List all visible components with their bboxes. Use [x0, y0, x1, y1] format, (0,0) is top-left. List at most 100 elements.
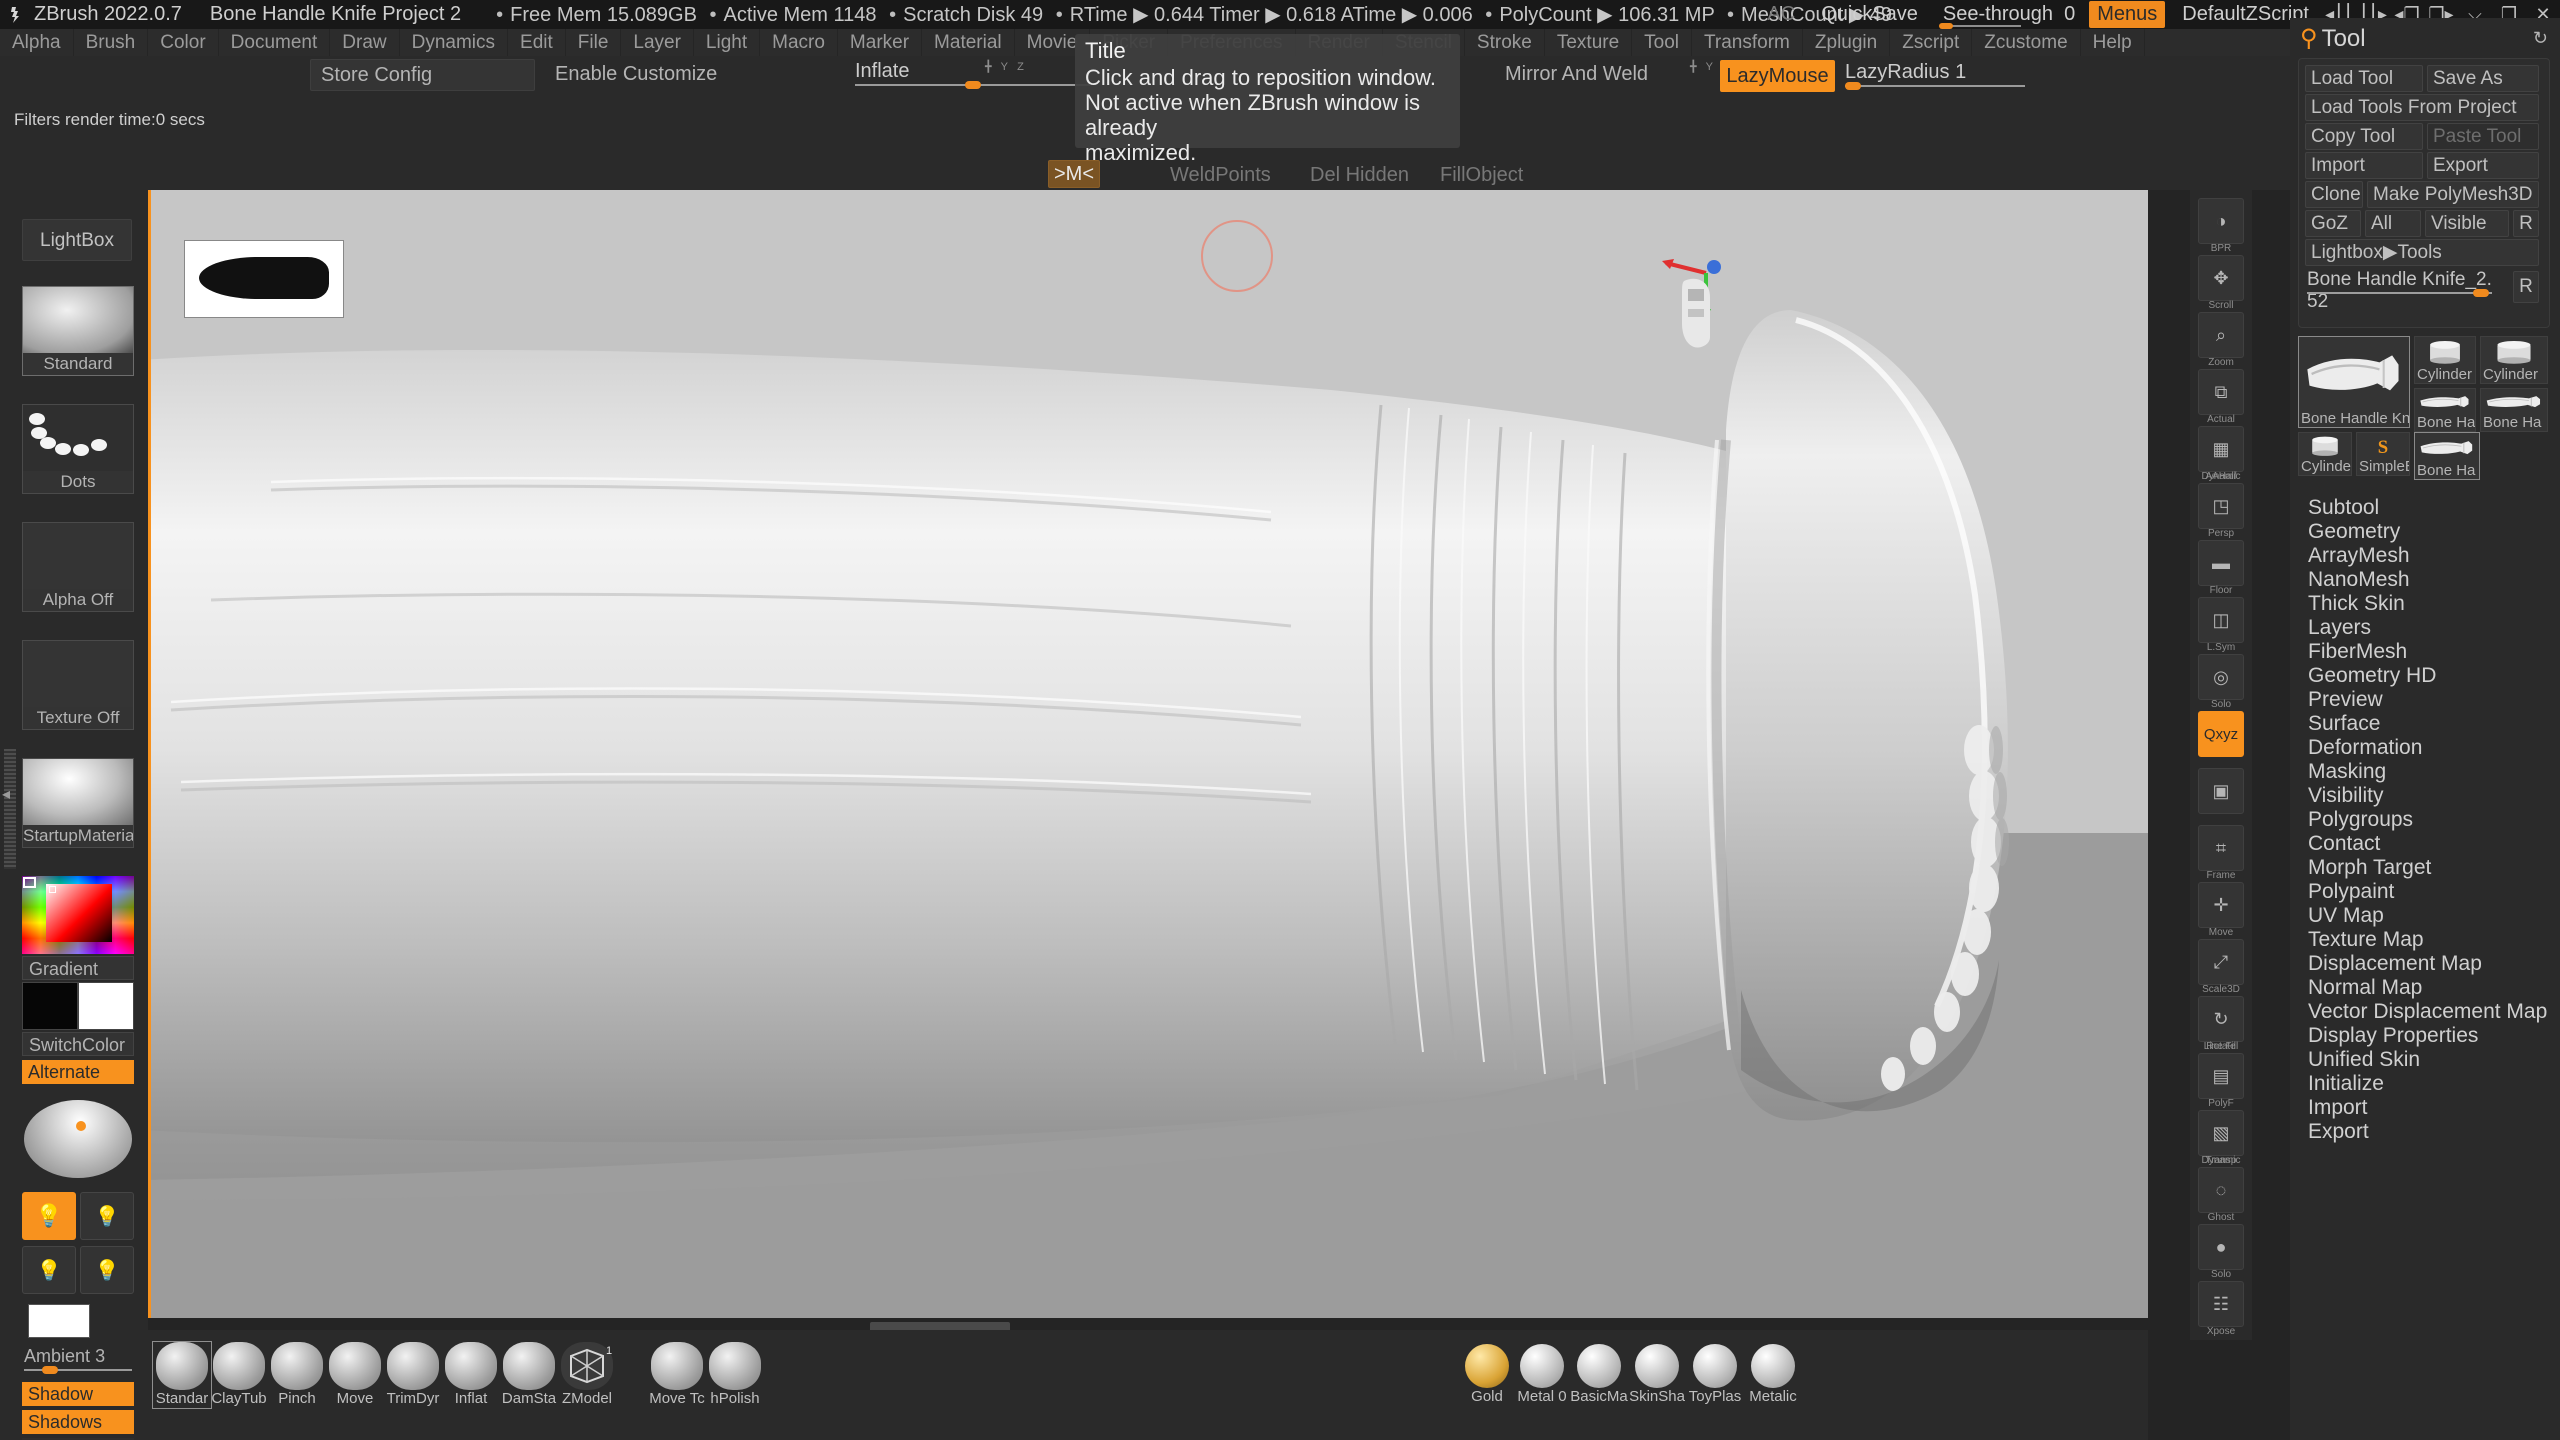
subpalette-surface[interactable]: Surface	[2298, 712, 2550, 736]
quick-material-item[interactable]: ToyPlas	[1686, 1344, 1744, 1406]
quick-brush-item[interactable]: TrimDyr	[384, 1342, 442, 1408]
clone-button[interactable]: Clone	[2305, 181, 2363, 208]
shadow-button[interactable]: Shadow	[22, 1382, 134, 1406]
tool-thumbnail[interactable]: Bone Ha	[2414, 432, 2480, 480]
load-tools-from-project-button[interactable]: Load Tools From Project	[2305, 94, 2539, 121]
tool-thumbnail[interactable]: Cylinder	[2414, 336, 2476, 384]
quick-material-item[interactable]: SkinSha	[1628, 1344, 1686, 1406]
lazyradius-knob[interactable]	[1845, 82, 1861, 90]
light-slot-2-button[interactable]: 💡	[80, 1192, 134, 1240]
tool-thumbnail[interactable]: Bone Ha	[2480, 388, 2548, 432]
quick-brush-item[interactable]: Inflat	[442, 1342, 500, 1408]
import-button[interactable]: Import	[2305, 152, 2423, 179]
rotate-icon[interactable]: ↻	[2198, 996, 2244, 1042]
current-texture-swatch[interactable]: Texture Off	[22, 640, 134, 730]
menu-item-draw[interactable]: Draw	[330, 29, 400, 56]
subpalette-geometry[interactable]: Geometry	[2298, 520, 2550, 544]
see-through-slider[interactable]: See-through 0	[1931, 0, 2085, 29]
polyf-icon[interactable]: ▤	[2198, 1053, 2244, 1099]
tool-thumbnail[interactable]: Bone Ha	[2414, 388, 2476, 432]
light-slot-4-button[interactable]: 💡	[80, 1246, 134, 1294]
subpalette-layers[interactable]: Layers	[2298, 616, 2550, 640]
ghost-icon[interactable]: ◌	[2198, 1167, 2244, 1213]
light-position-handle[interactable]	[76, 1121, 86, 1131]
solo-icon[interactable]: ◎	[2198, 654, 2244, 700]
menu-item-material[interactable]: Material	[922, 29, 1015, 56]
menu-item-texture[interactable]: Texture	[1545, 29, 1633, 56]
quick-brush-item[interactable]: Pinch	[268, 1342, 326, 1408]
floor-icon[interactable]: ▬	[2198, 540, 2244, 586]
viewport-canvas[interactable]	[148, 190, 2148, 1318]
gradient-button[interactable]: Gradient	[22, 956, 134, 980]
quick-material-item[interactable]: Metalic	[1744, 1344, 1802, 1406]
actual-icon[interactable]: ⧉	[2198, 369, 2244, 415]
transp2-icon[interactable]: ▧	[2198, 1110, 2244, 1156]
lazymouse-button[interactable]: LazyMouse	[1720, 60, 1835, 92]
menu-item-help[interactable]: Help	[2081, 29, 2145, 56]
quick-brush-item[interactable]: 1 ZModel	[558, 1342, 616, 1408]
subpalette-polypaint[interactable]: Polypaint	[2298, 880, 2550, 904]
quick-brush-item[interactable]: Move	[326, 1342, 384, 1408]
fill-object-button[interactable]: FillObject	[1440, 164, 1523, 187]
persp-icon[interactable]: ◳	[2198, 483, 2244, 529]
subpalette-fibermesh[interactable]: FiberMesh	[2298, 640, 2550, 664]
subpalette-deformation[interactable]: Deformation	[2298, 736, 2550, 760]
subpalette-subtool[interactable]: Subtool	[2298, 496, 2550, 520]
menu-item-marker[interactable]: Marker	[838, 29, 923, 56]
shadows-button[interactable]: Shadows	[22, 1410, 134, 1434]
main-color-swatch[interactable]	[22, 982, 78, 1030]
subpalette-masking[interactable]: Masking	[2298, 760, 2550, 784]
subpalette-nanomesh[interactable]: NanoMesh	[2298, 568, 2550, 592]
menu-item-stroke[interactable]: Stroke	[1465, 29, 1545, 56]
ac-button[interactable]: AC	[1754, 0, 1808, 29]
paste-tool-button[interactable]: Paste Tool	[2427, 123, 2539, 150]
move-icon[interactable]: ✛	[2198, 882, 2244, 928]
quick-material-item[interactable]: BasicMa	[1570, 1344, 1628, 1406]
alternate-button[interactable]: Alternate	[22, 1060, 134, 1084]
color-picker[interactable]	[22, 876, 134, 954]
menu-item-color[interactable]: Color	[148, 29, 219, 56]
subpalette-displacement-map[interactable]: Displacement Map	[2298, 952, 2550, 976]
tool-thumbnail[interactable]: Cylinder	[2298, 432, 2352, 476]
current-alpha-swatch[interactable]: Alpha Off	[22, 522, 134, 612]
light-slot-1-button[interactable]: 💡	[22, 1192, 76, 1240]
zoom-icon[interactable]: ⌕	[2198, 312, 2244, 358]
brgb-icon[interactable]: ◑	[2198, 198, 2244, 244]
reset-icon[interactable]: ↻	[2533, 28, 2548, 49]
quick-brush-item[interactable]: DamSta	[500, 1342, 558, 1408]
current-stroke-swatch[interactable]: Dots	[22, 404, 134, 494]
ambient-knob[interactable]	[42, 1366, 58, 1374]
menu-item-edit[interactable]: Edit	[508, 29, 566, 56]
quick-brush-item[interactable]: Move Tc	[648, 1342, 706, 1408]
scroll-icon[interactable]: ✥	[2198, 255, 2244, 301]
export-button[interactable]: Export	[2427, 152, 2539, 179]
aahalf-icon[interactable]: ▦	[2198, 426, 2244, 472]
light-color-swatch[interactable]	[28, 1304, 90, 1338]
menu-item-brush[interactable]: Brush	[74, 29, 149, 56]
menu-item-light[interactable]: Light	[694, 29, 761, 56]
menu-item-dynamics[interactable]: Dynamics	[400, 29, 509, 56]
menu-item-zscript[interactable]: Zscript	[1890, 29, 1973, 56]
subpalette-preview[interactable]: Preview	[2298, 688, 2550, 712]
secondary-color-swatch[interactable]	[78, 982, 134, 1030]
tool-thumbnail[interactable]: Bone Handle Kn	[2298, 336, 2410, 428]
menu-item-macro[interactable]: Macro	[760, 29, 838, 56]
current-material-swatch[interactable]: StartupMaterial	[22, 758, 134, 848]
menu-item-zplugin[interactable]: Zplugin	[1803, 29, 1891, 56]
goz-all-button[interactable]: All	[2365, 210, 2421, 237]
subpalette-import[interactable]: Import	[2298, 1096, 2550, 1120]
subpalette-thick-skin[interactable]: Thick Skin	[2298, 592, 2550, 616]
quick-material-item[interactable]: Metal 0	[1513, 1344, 1571, 1406]
light-slot-3-button[interactable]: 💡	[22, 1246, 76, 1294]
subpalette-morph-target[interactable]: Morph Target	[2298, 856, 2550, 880]
lsym-icon[interactable]: ◫	[2198, 597, 2244, 643]
quick-brush-item[interactable]: ClayTub	[210, 1342, 268, 1408]
subpalette-texture-map[interactable]: Texture Map	[2298, 928, 2550, 952]
quick-brush-item[interactable]: hPolish	[706, 1342, 764, 1408]
menu-item-layer[interactable]: Layer	[621, 29, 694, 56]
menu-item-document[interactable]: Document	[219, 29, 331, 56]
weldpoints-button[interactable]: WeldPoints	[1170, 164, 1271, 187]
xpose-icon[interactable]: ☷	[2198, 1281, 2244, 1327]
ambient-slider[interactable]: Ambient 3	[24, 1344, 132, 1376]
subpalette-visibility[interactable]: Visibility	[2298, 784, 2550, 808]
